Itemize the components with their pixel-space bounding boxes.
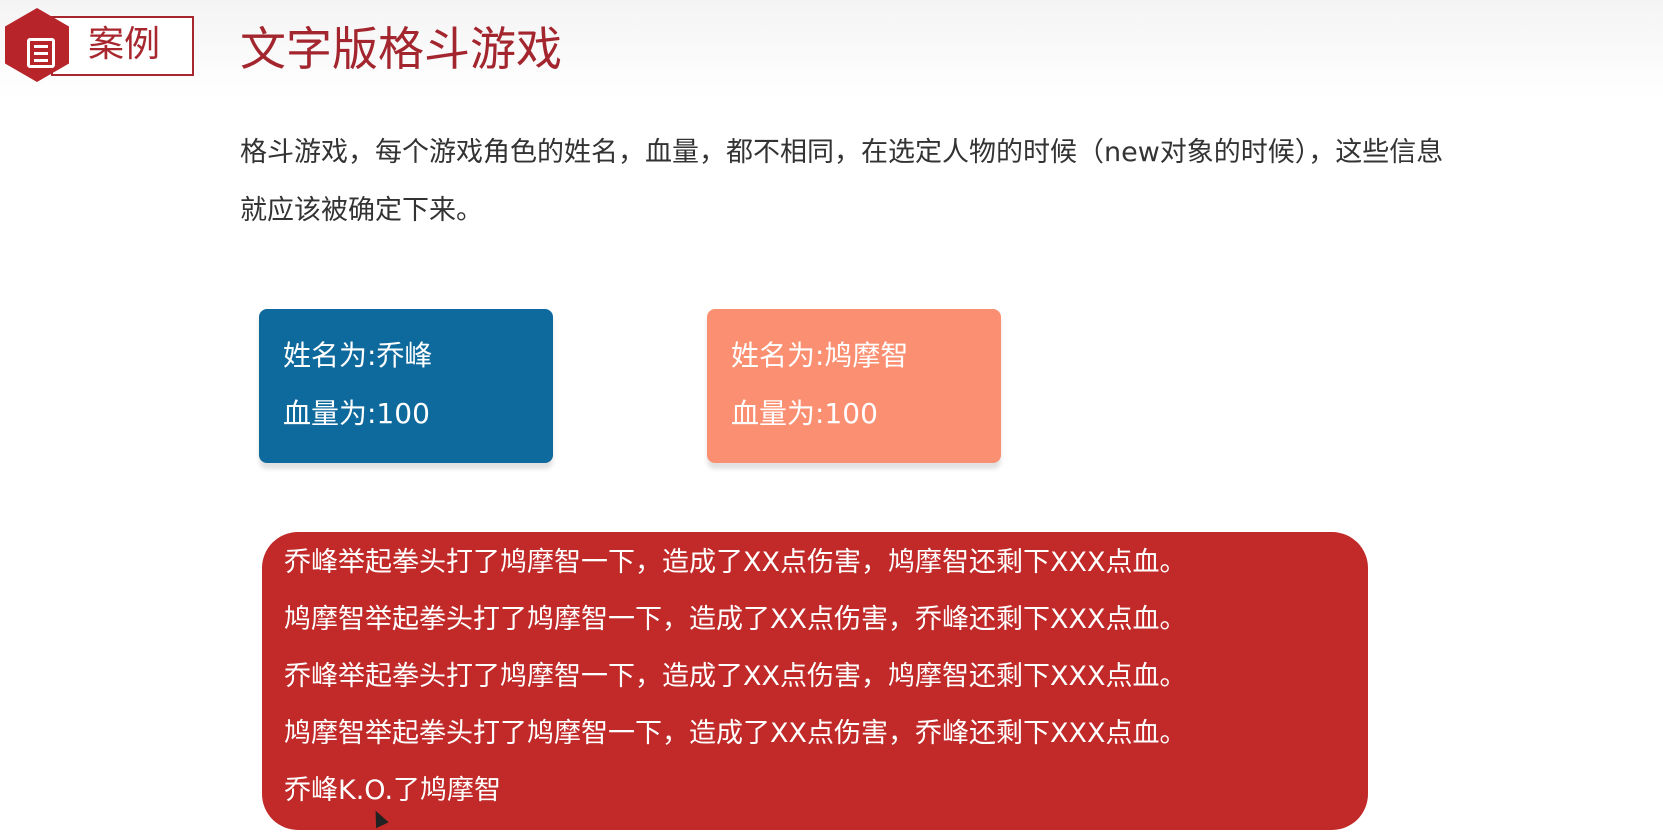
description: 格斗游戏，每个游戏角色的姓名，血量，都不相同，在选定人物的时候（new对象的时候…	[240, 124, 1660, 240]
character-hp: 血量为:100	[731, 397, 878, 430]
log-line: 乔峰举起拳头打了鸠摩智一下，造成了XX点伤害，鸠摩智还剩下XXX点血。	[284, 547, 1187, 578]
character-card-jiumozhi: 姓名为:鸠摩智 血量为:100	[707, 309, 1001, 463]
fight-log: 乔峰举起拳头打了鸠摩智一下，造成了XX点伤害，鸠摩智还剩下XXX点血。 鸠摩智举…	[262, 532, 1368, 830]
character-name: 姓名为:鸠摩智	[731, 339, 909, 372]
description-line: 就应该被确定下来。	[240, 195, 483, 226]
log-line: 鸠摩智举起拳头打了鸠摩智一下，造成了XX点伤害，乔峰还剩下XXX点血。	[284, 718, 1187, 749]
log-line: 鸠摩智举起拳头打了鸠摩智一下，造成了XX点伤害，乔峰还剩下XXX点血。	[284, 604, 1187, 635]
character-hp: 血量为:100	[283, 397, 430, 430]
log-line: 乔峰K.O.了鸠摩智	[284, 775, 502, 806]
log-line: 乔峰举起拳头打了鸠摩智一下，造成了XX点伤害，鸠摩智还剩下XXX点血。	[284, 661, 1187, 692]
badge-label: 案例	[88, 24, 161, 65]
page-title: 文字版格斗游戏	[240, 22, 562, 76]
character-card-qiaofeng: 姓名为:乔峰 血量为:100	[259, 309, 553, 463]
description-line: 格斗游戏，每个游戏角色的姓名，血量，都不相同，在选定人物的时候（new对象的时候…	[240, 137, 1444, 168]
character-name: 姓名为:乔峰	[283, 339, 433, 372]
